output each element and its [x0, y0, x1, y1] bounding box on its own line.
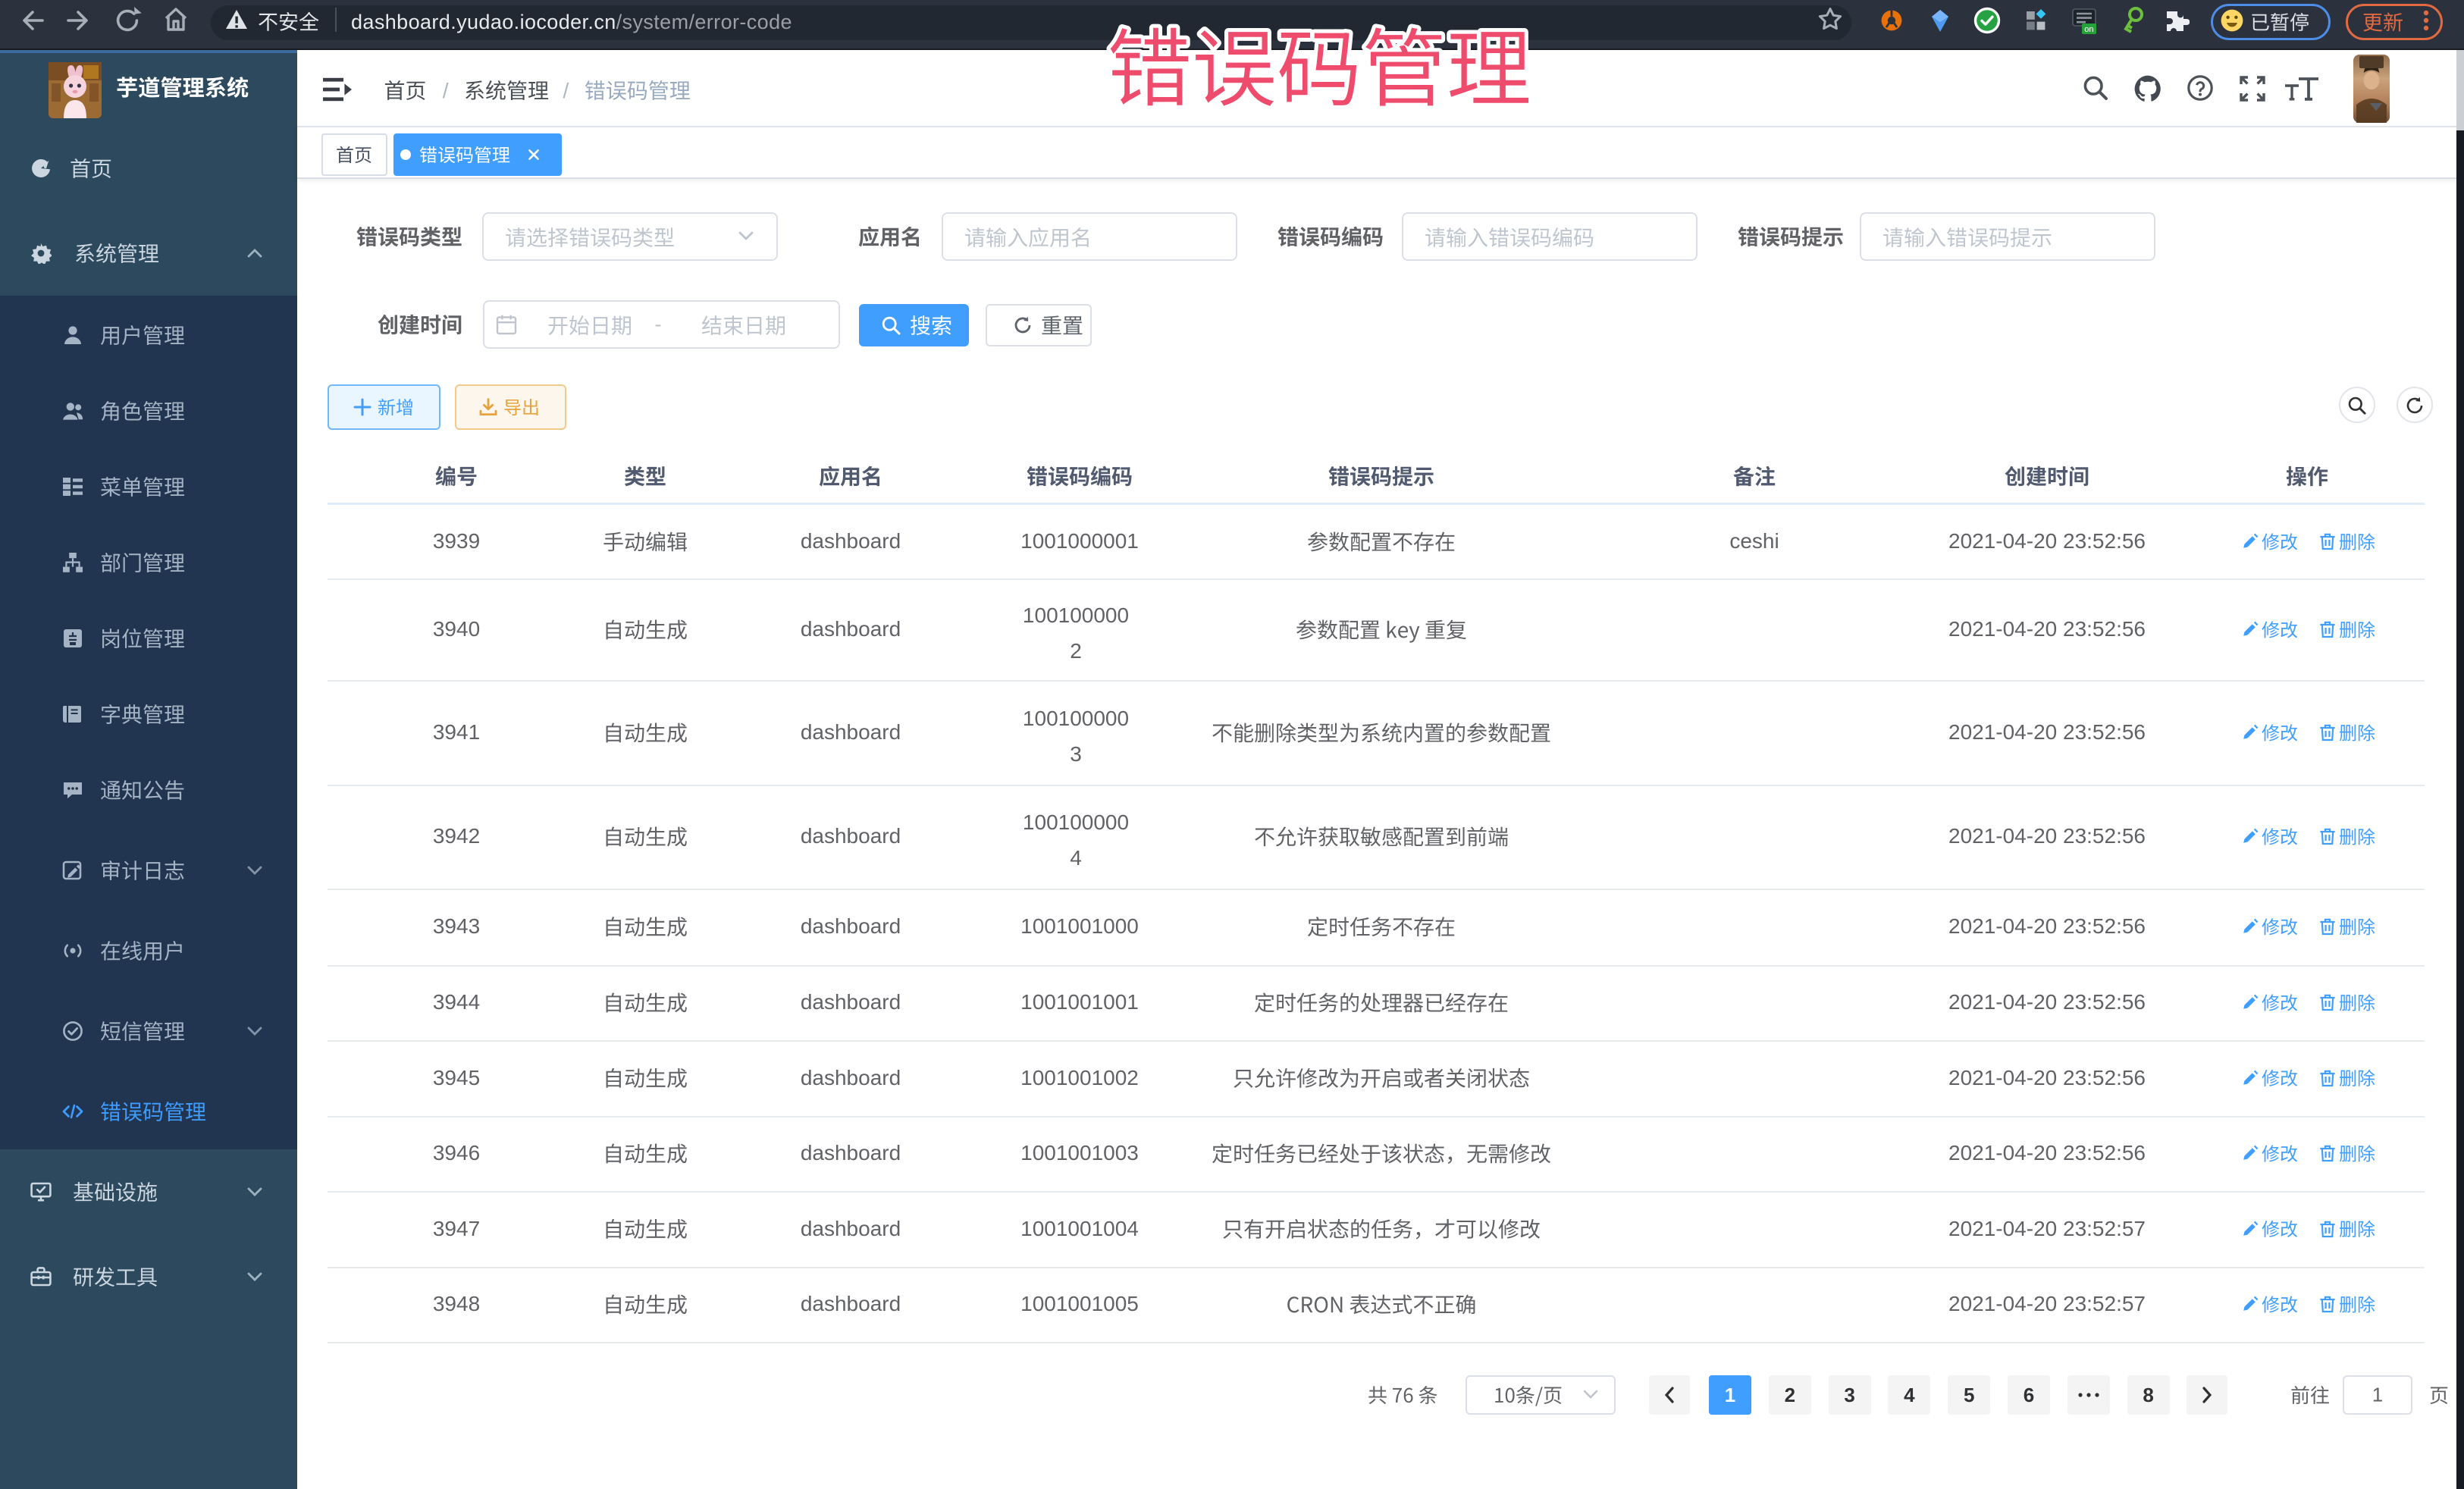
svg-text:on: on — [2084, 25, 2093, 34]
